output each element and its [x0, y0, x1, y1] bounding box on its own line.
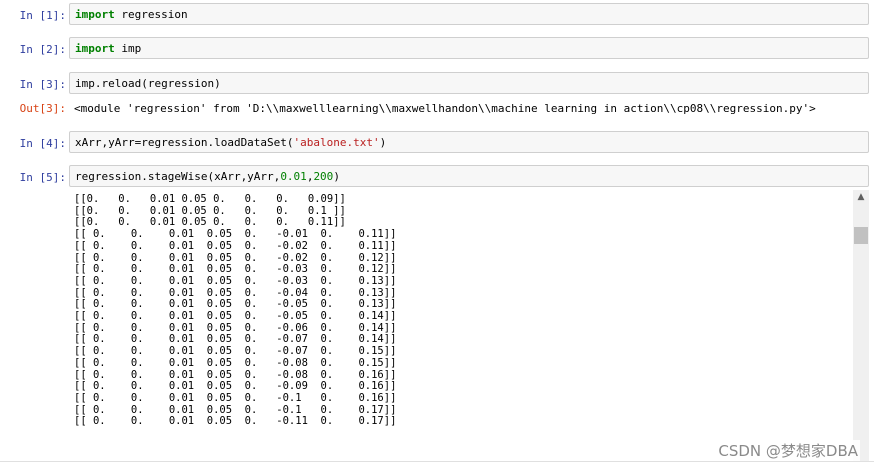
code-token: regression — [114, 8, 188, 21]
output-line: [[ 0. 0. 0.01 0.05 0. -0.05 0. 0.14]] — [74, 310, 397, 323]
output-line: [[ 0. 0. 0.01 0.05 0. -0.03 0. 0.13]] — [74, 274, 397, 287]
code-token: regression.stageWise(xArr,yArr, — [75, 170, 281, 183]
cell-2-input[interactable]: import imp — [69, 37, 869, 59]
cell-5-prompt: In [5]: — [19, 171, 66, 184]
cell-5-output-area[interactable]: [[0. 0. 0.01 0.05 0. 0. 0. 0.09]] [[0. 0… — [0, 190, 874, 469]
output-line: [[ 0. 0. 0.01 0.05 0. -0.05 0. 0.13]] — [74, 298, 397, 311]
output-line: [[ 0. 0. 0.01 0.05 0. -0.08 0. 0.16]] — [74, 368, 397, 381]
watermark: CSDN @梦想家DBA — [716, 440, 860, 461]
output-line: [[ 0. 0. 0.01 0.05 0. -0.06 0. 0.14]] — [74, 321, 397, 334]
cell-4-code[interactable]: xArr,yArr=regression.loadDataSet('abalon… — [75, 136, 386, 149]
cell-5-output-text: [[0. 0. 0.01 0.05 0. 0. 0. 0.09]] [[0. 0… — [74, 193, 397, 428]
output-line: [[ 0. 0. 0.01 0.05 0. -0.1 0. 0.16]] — [74, 391, 397, 404]
code-token: imp — [114, 42, 142, 55]
cell-3-code[interactable]: imp.reload(regression) — [75, 77, 221, 90]
cell-2-prompt: In [2]: — [19, 43, 66, 56]
cell-2-code[interactable]: import imp — [75, 42, 141, 55]
code-token: import — [75, 42, 115, 55]
code-token: 'abalone.txt' — [293, 136, 380, 149]
code-token: xArr,yArr=regression.loadDataSet( — [75, 136, 294, 149]
cell-1-input[interactable]: import regression — [69, 3, 869, 25]
output-scrollbar[interactable]: ▲ — [853, 190, 869, 461]
code-token: 0.01 — [280, 170, 307, 183]
cell-1-code[interactable]: import regression — [75, 8, 188, 21]
cell-3-prompt: In [3]: — [19, 78, 66, 91]
chevron-up-icon[interactable]: ▲ — [853, 190, 869, 204]
output-line: [[ 0. 0. 0.01 0.05 0. -0.04 0. 0.13]] — [74, 286, 397, 299]
cell-5-input[interactable]: regression.stageWise(xArr,yArr,0.01,200) — [69, 165, 869, 187]
cell-3-input[interactable]: imp.reload(regression) — [69, 72, 869, 94]
code-token: 200 — [313, 170, 334, 183]
scrollbar-thumb[interactable] — [854, 227, 868, 244]
output-line: [[ 0. 0. 0.01 0.05 0. -0.07 0. 0.14]] — [74, 333, 397, 346]
code-token: ) — [333, 170, 340, 183]
code-token: import — [75, 8, 115, 21]
output-line: [[ 0. 0. 0.01 0.05 0. -0.07 0. 0.15]] — [74, 345, 397, 358]
output-line: [[ 0. 0. 0.01 0.05 0. -0.08 0. 0.15]] — [74, 356, 397, 369]
cell-3-output: <module 'regression' from 'D:\\maxwellle… — [74, 102, 816, 115]
code-token: ) — [379, 136, 387, 149]
output-line: [[0. 0. 0.01 0.05 0. 0. 0. 0.11]] — [74, 216, 346, 229]
output-line: [[ 0. 0. 0.01 0.05 0. -0.1 0. 0.17]] — [74, 403, 397, 416]
cell-4-prompt: In [4]: — [19, 137, 66, 150]
output-line: [[0. 0. 0.01 0.05 0. 0. 0. 0.1 ]] — [74, 204, 346, 217]
bottom-edge — [0, 461, 874, 469]
cell-3-output-prompt: Out[3]: — [19, 102, 66, 115]
output-line: [[ 0. 0. 0.01 0.05 0. -0.02 0. 0.11]] — [74, 239, 397, 252]
output-line: [[ 0. 0. 0.01 0.05 0. -0.03 0. 0.12]] — [74, 263, 397, 276]
cell-4-input[interactable]: xArr,yArr=regression.loadDataSet('abalon… — [69, 131, 869, 153]
output-line: [[ 0. 0. 0.01 0.05 0. -0.01 0. 0.11]] — [74, 228, 397, 241]
output-line: [[ 0. 0. 0.01 0.05 0. -0.09 0. 0.16]] — [74, 380, 397, 393]
notebook: In [1]: import regression In [2]: import… — [0, 0, 874, 469]
code-token: imp.reload(regression) — [75, 77, 221, 90]
output-line: [[0. 0. 0.01 0.05 0. 0. 0. 0.09]] — [74, 193, 346, 205]
output-line: [[ 0. 0. 0.01 0.05 0. -0.11 0. 0.17]] — [74, 415, 397, 428]
output-line: [[ 0. 0. 0.01 0.05 0. -0.02 0. 0.12]] — [74, 251, 397, 264]
cell-5-code[interactable]: regression.stageWise(xArr,yArr,0.01,200) — [75, 170, 340, 183]
cell-1-prompt: In [1]: — [19, 9, 66, 22]
